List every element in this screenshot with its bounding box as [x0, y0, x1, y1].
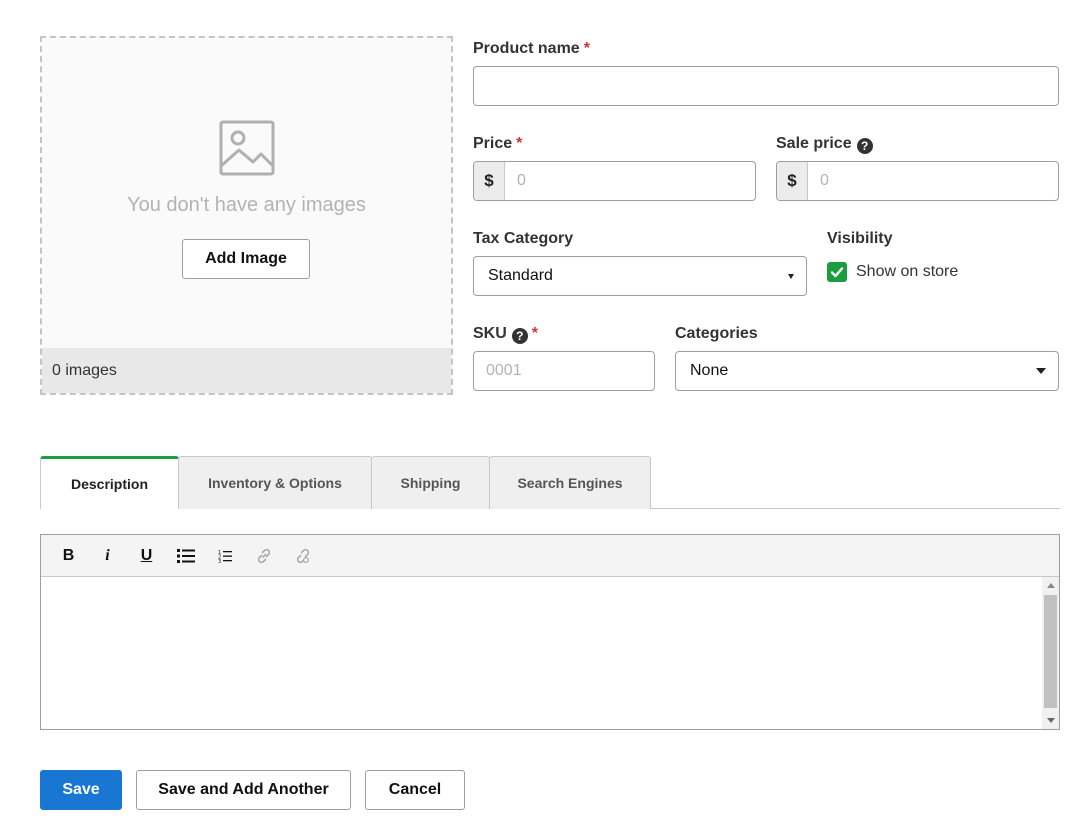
cancel-button[interactable]: Cancel: [365, 770, 465, 810]
tax-category-value: Standard: [488, 267, 553, 284]
show-on-store-checkbox[interactable]: [827, 262, 847, 282]
show-on-store-label[interactable]: Show on store: [856, 263, 958, 281]
sale-price-label-text: Sale price: [776, 135, 852, 152]
tab-bar: Description Inventory & Options Shipping…: [40, 456, 651, 509]
price-input[interactable]: [505, 162, 755, 200]
numbered-list-icon[interactable]: 1 2 3: [205, 541, 244, 571]
sku-input[interactable]: [474, 352, 654, 390]
price-label-text: Price: [473, 135, 513, 152]
categories-value: None: [690, 362, 729, 379]
product-name-field[interactable]: [473, 66, 1059, 106]
link-svg: [257, 548, 270, 563]
required-mark: *: [531, 325, 539, 342]
tax-category-select[interactable]: Standard: [473, 256, 807, 296]
sku-field[interactable]: [473, 351, 655, 391]
image-placeholder-icon: [219, 120, 275, 176]
currency-prefix: $: [777, 162, 808, 200]
chevron-down-icon: [788, 273, 794, 279]
description-editor[interactable]: B i U 1 2 3: [40, 534, 1060, 730]
svg-text:3: 3: [218, 559, 221, 563]
no-images-text: You don't have any images: [127, 194, 366, 216]
image-count: 0 images: [42, 348, 451, 393]
chevron-down-icon: [1036, 368, 1046, 374]
editor-content-area[interactable]: [41, 577, 1059, 729]
product-name-input[interactable]: [474, 67, 1058, 105]
scrollbar-thumb[interactable]: [1044, 595, 1057, 708]
categories-select[interactable]: None: [675, 351, 1059, 391]
help-icon[interactable]: ?: [856, 138, 873, 154]
price-field[interactable]: $: [473, 161, 756, 201]
save-button[interactable]: Save: [40, 770, 122, 810]
bold-icon[interactable]: B: [49, 541, 88, 571]
help-icon[interactable]: ?: [511, 328, 528, 344]
tab-description[interactable]: Description: [40, 456, 179, 509]
tab-shipping[interactable]: Shipping: [371, 456, 490, 509]
bullet-list-icon[interactable]: [166, 541, 205, 571]
tax-category-label: Tax Category: [473, 230, 574, 247]
editor-scrollbar[interactable]: [1042, 577, 1059, 729]
bullet-list-svg: [176, 548, 195, 563]
unlink-icon[interactable]: [283, 541, 322, 571]
numbered-list-svg: 1 2 3: [218, 550, 232, 563]
product-name-label-text: Product name: [473, 40, 580, 57]
visibility-label: Visibility: [827, 230, 893, 247]
save-and-add-another-button[interactable]: Save and Add Another: [136, 770, 351, 810]
checkmark-icon: [830, 267, 844, 278]
link-icon[interactable]: [244, 541, 283, 571]
price-label: Price *: [473, 135, 522, 153]
sale-price-label: Sale price?: [776, 135, 873, 154]
tab-inventory-options[interactable]: Inventory & Options: [178, 456, 372, 509]
image-dropzone[interactable]: You don't have any images Add Image 0 im…: [40, 36, 453, 395]
underline-icon[interactable]: U: [127, 541, 166, 571]
tab-search-engines[interactable]: Search Engines: [489, 456, 651, 509]
sku-label-text: SKU: [473, 325, 507, 342]
categories-label: Categories: [675, 325, 758, 342]
product-name-label: Product name *: [473, 40, 590, 58]
editor-toolbar: B i U 1 2 3: [41, 535, 1059, 577]
unlink-svg: [296, 548, 309, 563]
italic-icon[interactable]: i: [88, 541, 127, 571]
sale-price-input[interactable]: [808, 162, 1058, 200]
sale-price-field[interactable]: $: [776, 161, 1059, 201]
required-mark: *: [583, 40, 590, 57]
scroll-up-arrow-icon[interactable]: [1042, 577, 1059, 594]
editor-content[interactable]: [41, 577, 1059, 593]
scroll-down-arrow-icon[interactable]: [1042, 712, 1059, 729]
sku-label: SKU? *: [473, 325, 538, 344]
add-image-button[interactable]: Add Image: [182, 239, 310, 279]
currency-prefix: $: [474, 162, 505, 200]
required-mark: *: [516, 135, 523, 152]
